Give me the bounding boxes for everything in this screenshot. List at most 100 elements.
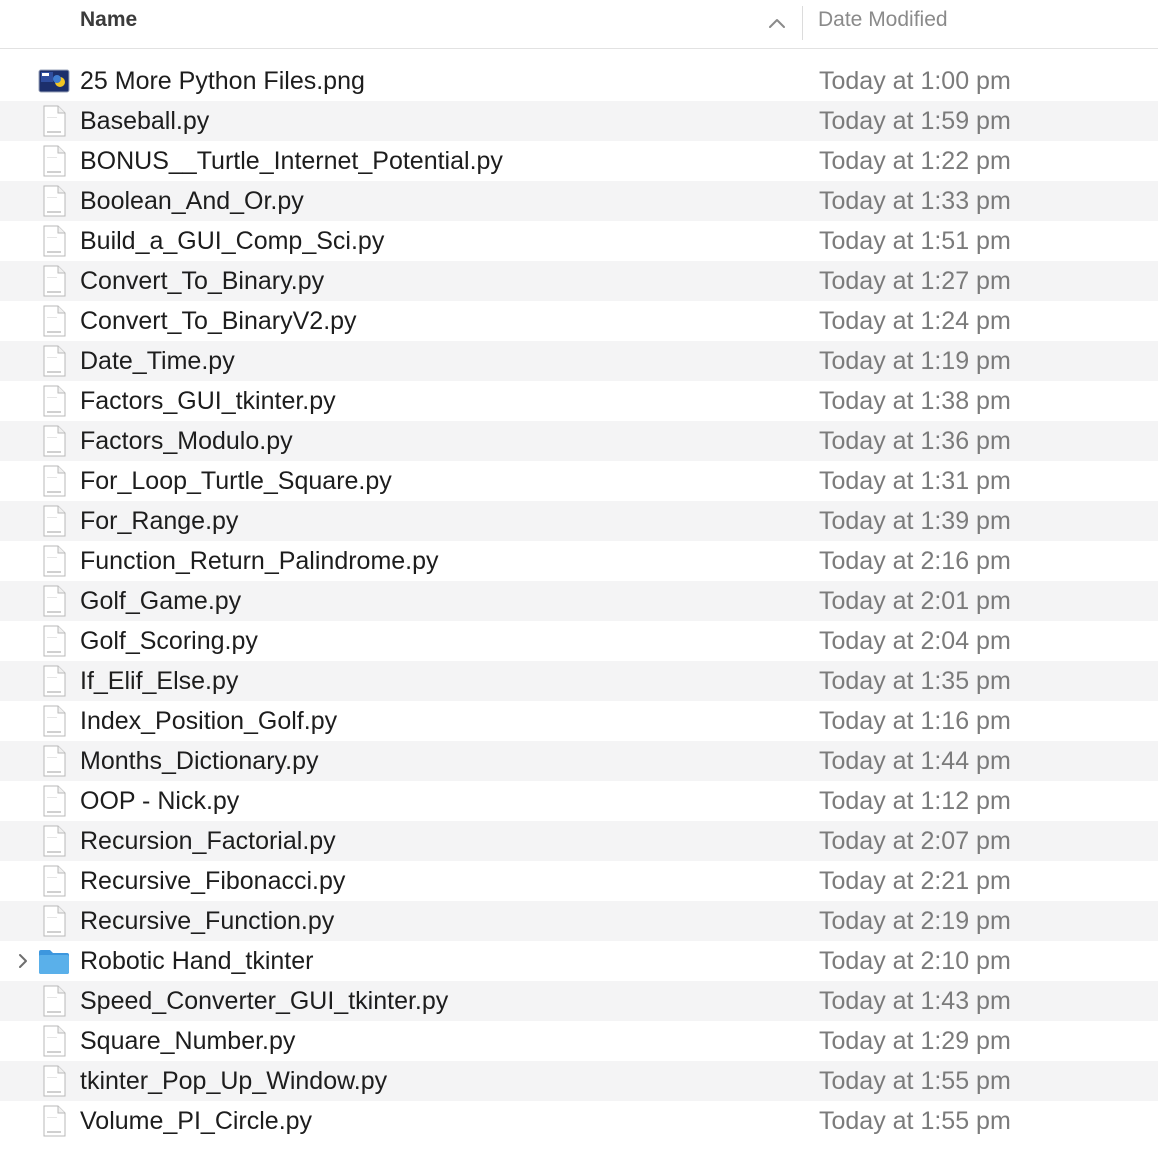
file-name: For_Range.py [80, 507, 239, 535]
file-date-modified: Today at 1:29 pm [819, 1027, 1011, 1055]
file-date-modified: Today at 2:19 pm [819, 907, 1011, 935]
file-name: OOP - Nick.py [80, 787, 240, 815]
file-row[interactable]: Convert_To_BinaryV2.py Today at 1:24 pm [0, 301, 1158, 341]
file-name: Golf_Game.py [80, 587, 242, 615]
file-list: 25 More Python Files.png Today at 1:00 p… [0, 61, 1158, 1141]
file-date-modified: Today at 1:51 pm [819, 227, 1011, 255]
file-name: tkinter_Pop_Up_Window.py [80, 1067, 388, 1095]
name-column-header[interactable]: Name [80, 8, 137, 32]
file-row[interactable]: Recursive_Fibonacci.py Today at 2:21 pm [0, 861, 1158, 901]
file-row[interactable]: tkinter_Pop_Up_Window.py Today at 1:55 p… [0, 1061, 1158, 1101]
file-date-modified: Today at 1:24 pm [819, 307, 1011, 335]
file-date-modified: Today at 1:22 pm [819, 147, 1011, 175]
python-file-icon [38, 545, 70, 577]
python-file-icon [38, 705, 70, 737]
file-date-modified: Today at 1:12 pm [819, 787, 1011, 815]
file-name: If_Elif_Else.py [80, 667, 239, 695]
file-date-modified: Today at 1:27 pm [819, 267, 1011, 295]
python-file-icon [38, 865, 70, 897]
python-file-icon [38, 585, 70, 617]
chevron-up-icon[interactable] [766, 12, 788, 34]
file-date-modified: Today at 1:39 pm [819, 507, 1011, 535]
file-name: Recursion_Factorial.py [80, 827, 336, 855]
disclosure-chevron-icon[interactable] [14, 951, 32, 971]
file-row[interactable]: Golf_Scoring.py Today at 2:04 pm [0, 621, 1158, 661]
file-row[interactable]: Index_Position_Golf.py Today at 1:16 pm [0, 701, 1158, 741]
file-row[interactable]: Convert_To_Binary.py Today at 1:27 pm [0, 261, 1158, 301]
file-date-modified: Today at 1:19 pm [819, 347, 1011, 375]
file-row[interactable]: If_Elif_Else.py Today at 1:35 pm [0, 661, 1158, 701]
file-name: Build_a_GUI_Comp_Sci.py [80, 227, 385, 255]
file-date-modified: Today at 1:36 pm [819, 427, 1011, 455]
python-file-icon [38, 185, 70, 217]
file-row[interactable]: Factors_Modulo.py Today at 1:36 pm [0, 421, 1158, 461]
file-date-modified: Today at 1:55 pm [819, 1107, 1011, 1135]
file-date-modified: Today at 2:10 pm [819, 947, 1011, 975]
file-name: Volume_PI_Circle.py [80, 1107, 313, 1135]
python-file-icon [38, 825, 70, 857]
file-row[interactable]: For_Loop_Turtle_Square.py Today at 1:31 … [0, 461, 1158, 501]
python-file-icon [38, 465, 70, 497]
python-file-icon [38, 505, 70, 537]
file-row[interactable]: Boolean_And_Or.py Today at 1:33 pm [0, 181, 1158, 221]
python-file-icon [38, 1025, 70, 1057]
file-row[interactable]: Function_Return_Palindrome.py Today at 2… [0, 541, 1158, 581]
file-row[interactable]: BONUS__Turtle_Internet_Potential.py Toda… [0, 141, 1158, 181]
column-divider[interactable] [802, 6, 803, 40]
finder-list-view: Name Date Modified 25 More Python Files.… [0, 0, 1158, 1170]
file-name: Square_Number.py [80, 1027, 296, 1055]
file-date-modified: Today at 2:07 pm [819, 827, 1011, 855]
python-file-icon [38, 265, 70, 297]
file-date-modified: Today at 1:43 pm [819, 987, 1011, 1015]
file-name: Convert_To_BinaryV2.py [80, 307, 357, 335]
file-row[interactable]: Factors_GUI_tkinter.py Today at 1:38 pm [0, 381, 1158, 421]
file-name: Robotic Hand_tkinter [80, 947, 314, 975]
file-name: Speed_Converter_GUI_tkinter.py [80, 987, 449, 1015]
file-row[interactable]: Square_Number.py Today at 1:29 pm [0, 1021, 1158, 1061]
file-name: Recursive_Function.py [80, 907, 335, 935]
file-name: Date_Time.py [80, 347, 235, 375]
file-name: BONUS__Turtle_Internet_Potential.py [80, 147, 503, 175]
image-file-icon [38, 65, 70, 97]
file-date-modified: Today at 2:21 pm [819, 867, 1011, 895]
file-name: Golf_Scoring.py [80, 627, 258, 655]
python-file-icon [38, 785, 70, 817]
file-date-modified: Today at 1:59 pm [819, 107, 1011, 135]
date-modified-column-header[interactable]: Date Modified [818, 8, 948, 32]
python-file-icon [38, 665, 70, 697]
folder-icon [38, 945, 70, 977]
file-row[interactable]: Months_Dictionary.py Today at 1:44 pm [0, 741, 1158, 781]
file-name: 25 More Python Files.png [80, 67, 365, 95]
python-file-icon [38, 105, 70, 137]
file-date-modified: Today at 2:01 pm [819, 587, 1011, 615]
file-name: For_Loop_Turtle_Square.py [80, 467, 392, 495]
file-row[interactable]: Recursion_Factorial.py Today at 2:07 pm [0, 821, 1158, 861]
python-file-icon [38, 145, 70, 177]
file-name: Months_Dictionary.py [80, 747, 319, 775]
file-row[interactable]: Baseball.py Today at 1:59 pm [0, 101, 1158, 141]
file-row[interactable]: 25 More Python Files.png Today at 1:00 p… [0, 61, 1158, 101]
file-row[interactable]: OOP - Nick.py Today at 1:12 pm [0, 781, 1158, 821]
file-date-modified: Today at 1:44 pm [819, 747, 1011, 775]
python-file-icon [38, 225, 70, 257]
column-header-bar: Name Date Modified [0, 0, 1158, 49]
file-name: Boolean_And_Or.py [80, 187, 304, 215]
file-row[interactable]: Build_a_GUI_Comp_Sci.py Today at 1:51 pm [0, 221, 1158, 261]
file-row[interactable]: Date_Time.py Today at 1:19 pm [0, 341, 1158, 381]
file-row[interactable]: Recursive_Function.py Today at 2:19 pm [0, 901, 1158, 941]
python-file-icon [38, 1065, 70, 1097]
file-name: Recursive_Fibonacci.py [80, 867, 346, 895]
file-row[interactable]: Speed_Converter_GUI_tkinter.py Today at … [0, 981, 1158, 1021]
file-row[interactable]: Golf_Game.py Today at 2:01 pm [0, 581, 1158, 621]
file-date-modified: Today at 1:31 pm [819, 467, 1011, 495]
file-row[interactable]: Volume_PI_Circle.py Today at 1:55 pm [0, 1101, 1158, 1141]
python-file-icon [38, 625, 70, 657]
file-name: Factors_Modulo.py [80, 427, 293, 455]
file-name: Baseball.py [80, 107, 210, 135]
file-row[interactable]: Robotic Hand_tkinter Today at 2:10 pm [0, 941, 1158, 981]
file-date-modified: Today at 1:16 pm [819, 707, 1011, 735]
file-date-modified: Today at 1:00 pm [819, 67, 1011, 95]
python-file-icon [38, 345, 70, 377]
file-row[interactable]: For_Range.py Today at 1:39 pm [0, 501, 1158, 541]
file-date-modified: Today at 1:38 pm [819, 387, 1011, 415]
